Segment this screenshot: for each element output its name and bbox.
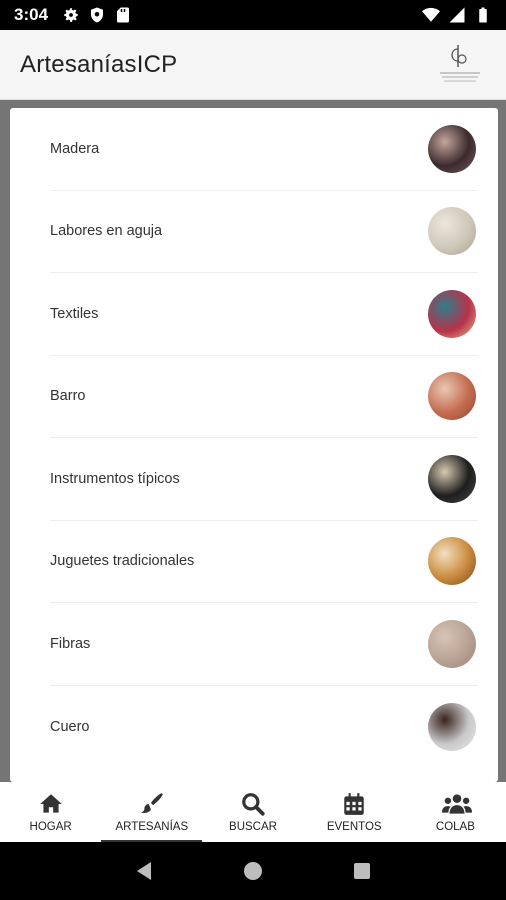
nav-item-artesanías[interactable]: ARTESANÍAS: [101, 782, 203, 842]
list-item[interactable]: Fibras: [50, 603, 478, 686]
back-icon[interactable]: [133, 860, 155, 882]
sd-card-icon: [117, 7, 130, 23]
nav-label: COLAB: [435, 821, 475, 833]
app-bar: ArtesaníasICP: [0, 30, 506, 100]
nav-item-hogar[interactable]: HOGAR: [0, 782, 101, 842]
category-label: Textiles: [50, 305, 99, 322]
nav-label: ARTESANÍAS: [115, 821, 189, 833]
recents-icon[interactable]: [351, 860, 373, 882]
app-title: ArtesaníasICP: [20, 50, 178, 78]
list-item[interactable]: Instrumentos típicos: [50, 438, 478, 521]
nav-item-buscar[interactable]: BUSCAR: [202, 782, 303, 842]
list-item[interactable]: Labores en aguja: [50, 191, 478, 273]
category-label: Juguetes tradicionales: [50, 553, 195, 570]
brush-icon: [139, 791, 165, 817]
category-thumbnail: [428, 454, 476, 503]
category-list: Madera Labores en aguja Textiles Barro Instr…: [10, 108, 498, 768]
bottom-nav: HOGAR ARTESANÍAS BUSCAR EVENTOS COLAB: [0, 782, 506, 842]
system-nav-bar: [0, 842, 506, 900]
nav-label: EVENTOS: [326, 821, 382, 833]
category-label: Fibras: [50, 635, 91, 652]
category-thumbnail: [428, 207, 476, 256]
nav-label: BUSCAR: [229, 821, 277, 833]
nav-item-eventos[interactable]: EVENTOS: [304, 782, 405, 842]
calendar-icon: [341, 791, 367, 817]
status-time: 3:04: [14, 5, 49, 24]
list-item[interactable]: Madera: [50, 108, 478, 191]
nav-item-colab[interactable]: COLAB: [405, 782, 506, 842]
category-label: Cuero: [50, 718, 90, 735]
wifi-icon: [422, 7, 440, 22]
shield-icon: [91, 7, 104, 23]
list-item[interactable]: Juguetes tradicionales: [50, 521, 478, 603]
category-thumbnail: [428, 289, 476, 338]
category-thumbnail: [428, 372, 476, 421]
icp-logo: [434, 41, 486, 89]
status-bar: 3:04: [0, 0, 506, 30]
signal-icon: [449, 7, 465, 23]
category-thumbnail: [428, 124, 476, 173]
category-thumbnail: [428, 619, 476, 668]
category-label: Labores en aguja: [50, 223, 163, 240]
list-item[interactable]: Barro: [50, 356, 478, 438]
users-icon: [442, 791, 473, 817]
category-thumbnail: [428, 702, 476, 751]
list-item[interactable]: Textiles: [50, 273, 478, 356]
category-thumbnail: [428, 537, 476, 586]
search-icon: [240, 791, 266, 817]
category-label: Madera: [50, 140, 100, 157]
category-label: Instrumentos típicos: [50, 470, 180, 487]
home-icon: [38, 791, 64, 817]
categories-card: Madera Labores en aguja Textiles Barro Instr…: [10, 108, 498, 782]
gear-icon: [64, 8, 78, 22]
nav-label: HOGAR: [29, 821, 72, 833]
battery-icon: [479, 7, 487, 23]
category-label: Barro: [50, 388, 86, 405]
list-item[interactable]: Cuero: [50, 686, 478, 769]
home-circle-icon[interactable]: [242, 860, 264, 882]
